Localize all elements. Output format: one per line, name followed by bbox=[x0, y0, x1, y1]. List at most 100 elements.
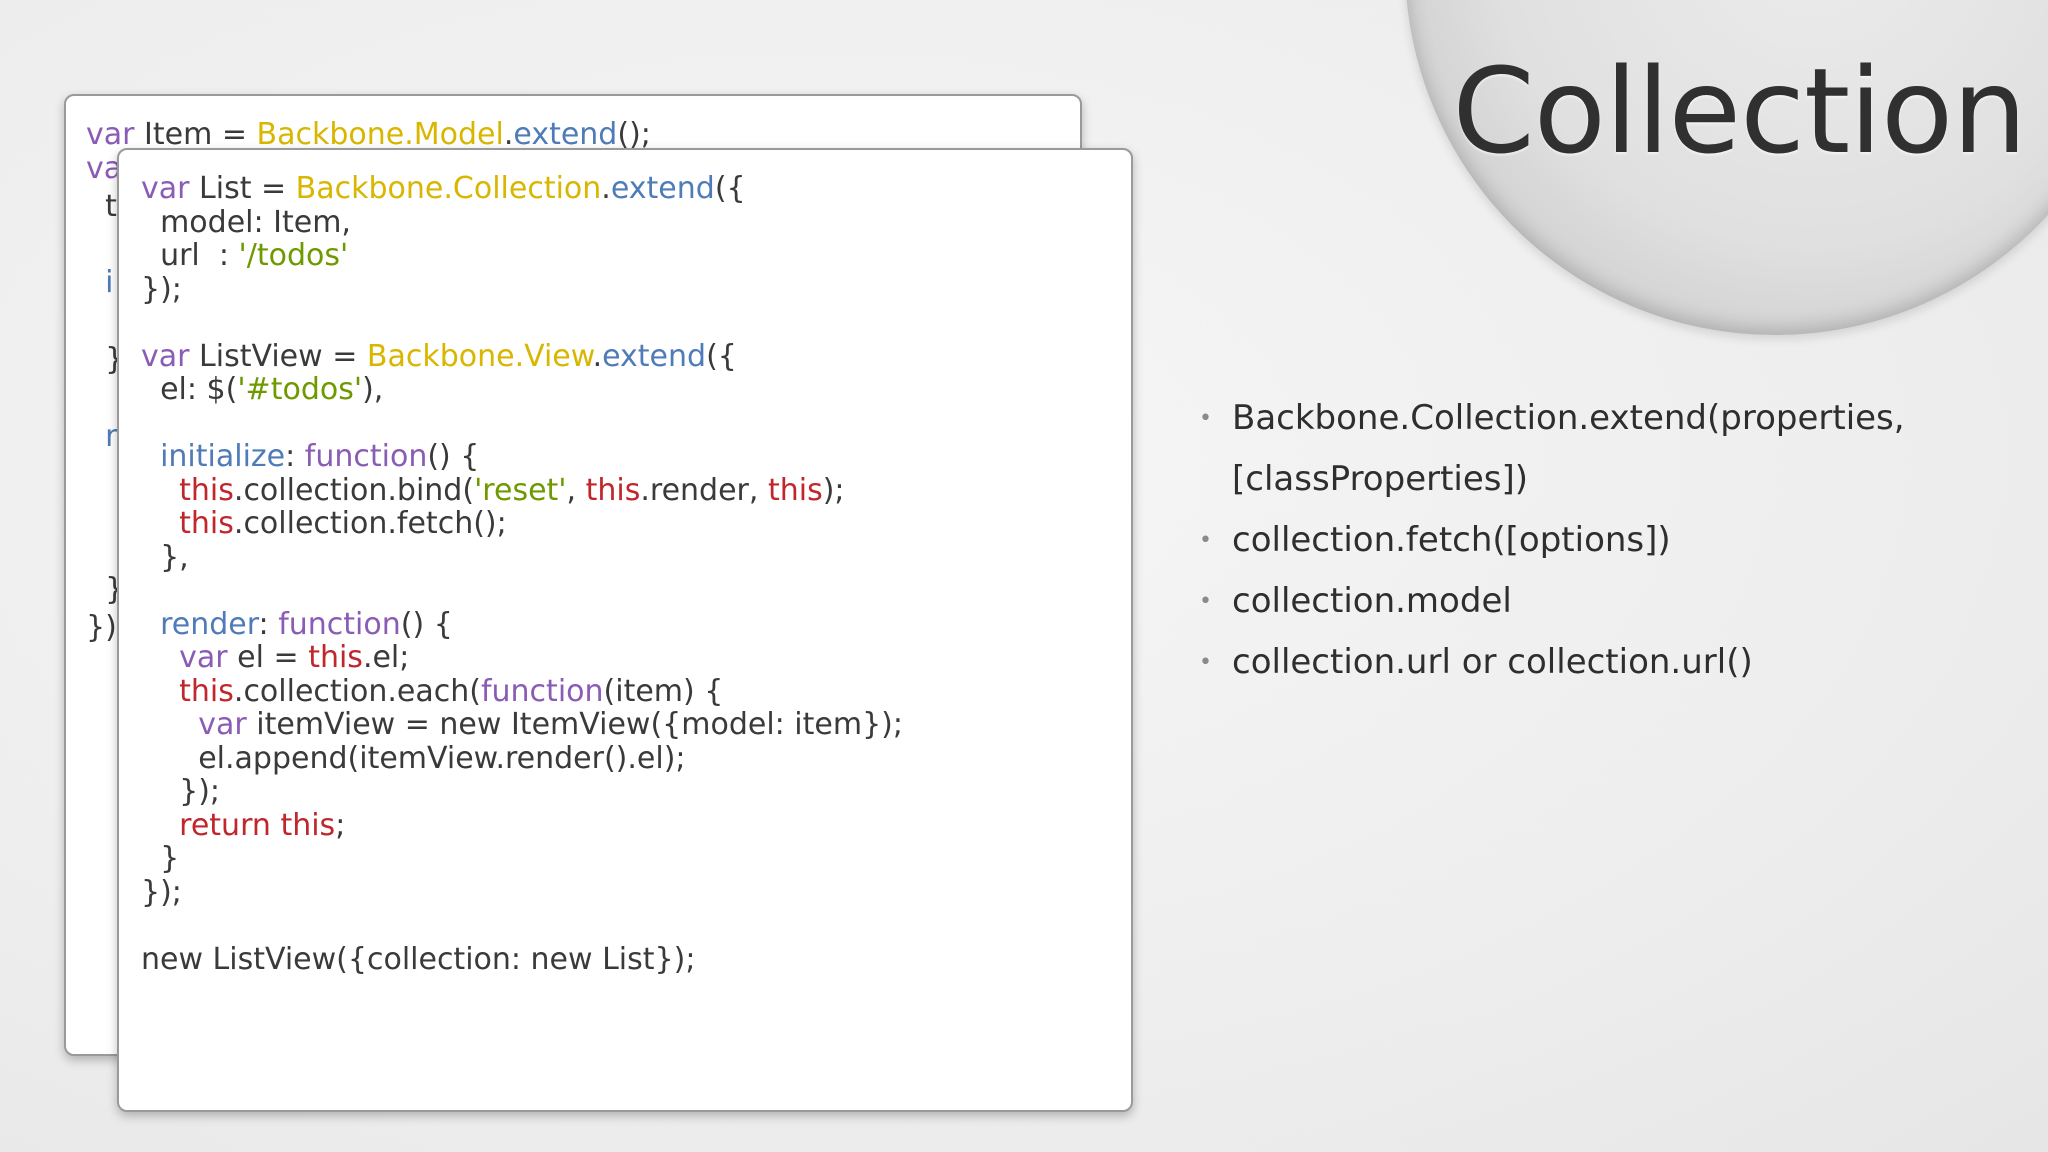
code-line: el.append(itemView.render().el); bbox=[141, 740, 903, 776]
code-token: ({ bbox=[706, 338, 737, 374]
code-token: Backbone.Model bbox=[256, 117, 504, 152]
code-token: extend bbox=[513, 117, 618, 152]
code-token: (); bbox=[617, 117, 651, 152]
code-token: .collection.bind( bbox=[233, 472, 475, 508]
code-token: .render, bbox=[640, 472, 768, 508]
code-token: var bbox=[179, 640, 228, 675]
code-token: } bbox=[141, 841, 180, 876]
code-line: }); bbox=[141, 271, 903, 307]
bullet-text: collection.url or collection.url() bbox=[1232, 642, 1753, 682]
code-token: (item) { bbox=[603, 673, 724, 709]
code-token: function bbox=[278, 606, 401, 642]
code-line: var itemView = new ItemView({model: item… bbox=[141, 708, 903, 742]
code-line: this.collection.fetch(); bbox=[141, 507, 903, 541]
code-token: , bbox=[566, 472, 586, 508]
bullet-text: collection.model bbox=[1232, 581, 1512, 621]
code-token: new ListView({collection: new List}); bbox=[141, 941, 696, 977]
code-token: ; bbox=[335, 807, 346, 843]
code-block-front: var List = Backbone.Collection.extend({ … bbox=[141, 172, 903, 976]
code-token: r bbox=[86, 418, 118, 454]
code-token: this bbox=[179, 506, 234, 541]
bullet-dot-icon: • bbox=[1199, 406, 1212, 431]
code-token: '#todos' bbox=[237, 372, 363, 407]
code-token: ({ bbox=[714, 171, 746, 206]
code-token: ); bbox=[822, 472, 845, 508]
code-line: var el = this.el; bbox=[141, 641, 903, 675]
code-token: this bbox=[280, 807, 336, 843]
bullet-list: • Backbone.Collection.extend(properties, [… bbox=[1196, 388, 2016, 693]
code-token: this bbox=[308, 640, 363, 675]
bullet-text: [classProperties]) bbox=[1232, 459, 1529, 499]
code-token: '/todos' bbox=[238, 238, 349, 273]
code-token: return bbox=[179, 807, 271, 843]
code-token: Backbone.Collection bbox=[295, 171, 602, 206]
code-token: List = bbox=[189, 171, 296, 206]
code-token: 'reset' bbox=[474, 472, 567, 508]
code-token: : bbox=[258, 606, 279, 642]
bullet-item: • Backbone.Collection.extend(properties, bbox=[1196, 388, 2016, 449]
code-line: url : '/todos' bbox=[141, 239, 903, 273]
code-line: this.collection.bind('reset', this.rende… bbox=[141, 472, 903, 508]
code-token: () { bbox=[400, 606, 453, 642]
code-line: model: Item, bbox=[141, 204, 903, 240]
code-line: return this; bbox=[141, 807, 903, 843]
code-token: () { bbox=[427, 439, 480, 474]
code-token: t bbox=[86, 188, 117, 224]
code-line: this.collection.each(function(item) { bbox=[141, 673, 903, 709]
code-token: itemView = new ItemView({model: item}); bbox=[246, 707, 903, 742]
code-token: el = bbox=[227, 640, 309, 675]
code-token: function bbox=[480, 673, 604, 709]
code-token: extend bbox=[610, 171, 715, 206]
code-line: initialize: function() { bbox=[141, 440, 903, 474]
code-line: el: $('#todos'), bbox=[141, 373, 903, 407]
bullet-item: • collection.fetch([options]) bbox=[1196, 510, 2016, 571]
code-token: . bbox=[592, 338, 603, 374]
code-token: .collection.each( bbox=[233, 673, 481, 709]
code-token: this bbox=[767, 472, 823, 508]
bullet-dot-icon: • bbox=[1199, 650, 1212, 675]
code-token: .collection.fetch(); bbox=[233, 506, 507, 541]
code-token: this bbox=[179, 472, 234, 508]
code-token: }, bbox=[141, 539, 189, 575]
bullet-text: collection.fetch([options]) bbox=[1232, 520, 1671, 560]
code-line: } bbox=[141, 842, 903, 876]
code-token: .el; bbox=[362, 640, 410, 675]
bullet-item: • collection.url or collection.url() bbox=[1196, 632, 2016, 693]
code-token: el: $( bbox=[141, 372, 238, 407]
code-token: ), bbox=[362, 372, 384, 407]
bullet-dot-icon: • bbox=[1199, 528, 1212, 553]
code-line: }, bbox=[141, 539, 903, 575]
code-token: . bbox=[503, 117, 514, 152]
code-token: . bbox=[601, 171, 611, 206]
code-token: var bbox=[141, 338, 190, 374]
bullet-item: • collection.model bbox=[1196, 571, 2016, 632]
code-card-front: var List = Backbone.Collection.extend({ … bbox=[117, 148, 1133, 1112]
code-token: }); bbox=[141, 774, 221, 809]
code-token: Backbone.View bbox=[366, 338, 593, 374]
code-token: var bbox=[86, 117, 135, 152]
code-token: Item = bbox=[134, 117, 257, 152]
code-token: extend bbox=[602, 338, 707, 374]
code-line: render: function() { bbox=[141, 606, 903, 642]
code-token: ListView = bbox=[189, 338, 367, 374]
code-token: url : bbox=[141, 238, 239, 273]
bullet-item: [classProperties]) bbox=[1196, 449, 2016, 510]
code-line: new ListView({collection: new List}); bbox=[141, 941, 903, 977]
code-token: render bbox=[160, 606, 259, 642]
code-token: }); bbox=[141, 271, 182, 307]
code-token: model: Item, bbox=[141, 204, 351, 240]
bullet-dot-icon: • bbox=[1199, 589, 1212, 614]
code-token: el.append(itemView.render().el); bbox=[141, 740, 686, 776]
